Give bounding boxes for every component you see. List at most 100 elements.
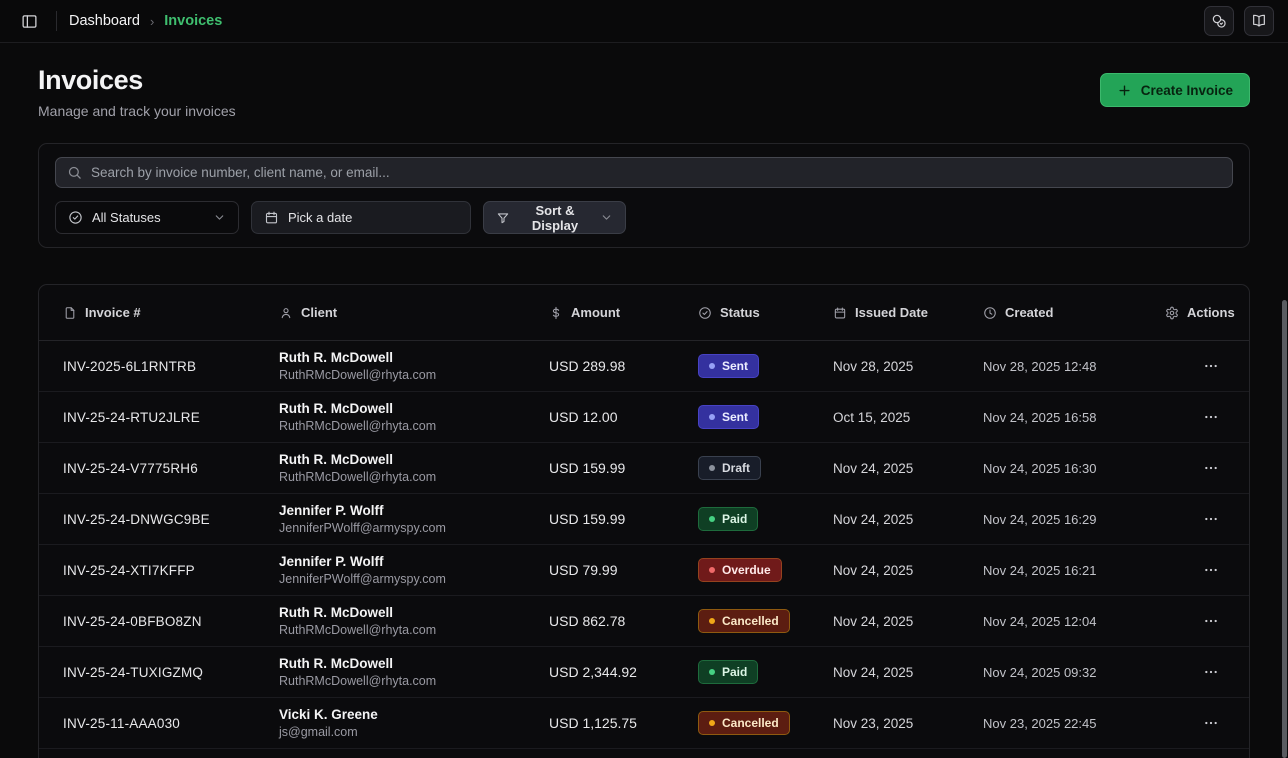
actions-cell [1165, 660, 1225, 684]
table-row[interactable]: INV-2025-6L1RNTRB Ruth R. McDowell RuthR… [39, 341, 1249, 392]
breadcrumb-dashboard-link[interactable]: Dashboard [69, 13, 140, 29]
check-circle-icon [68, 210, 83, 225]
invoice-number: INV-25-24-XTI7KFFP [63, 563, 279, 578]
breadcrumb-separator-glyph: › [150, 14, 154, 29]
status-label: Overdue [722, 563, 771, 577]
filter-funnel-icon [496, 211, 510, 225]
currency-toggle-button[interactable] [1204, 6, 1234, 36]
issued-date: Nov 24, 2025 [833, 563, 983, 578]
table-row[interactable]: INV-25-24-DNWGC9BE Jennifer P. Wolff Jen… [39, 494, 1249, 545]
actions-cell [1165, 609, 1225, 633]
row-actions-button[interactable] [1197, 558, 1225, 582]
invoice-number: INV-25-24-DNWGC9BE [63, 512, 279, 527]
status-dot-icon [709, 414, 715, 420]
table-row[interactable]: INV-25-24-V7775RH6 Ruth R. McDowell Ruth… [39, 443, 1249, 494]
create-invoice-label: Create Invoice [1141, 83, 1233, 98]
status-dot-icon [709, 516, 715, 522]
client-name: Jennifer P. Wolff [279, 554, 549, 569]
more-horizontal-icon [1203, 664, 1219, 680]
created-date: Nov 24, 2025 09:32 [983, 665, 1165, 680]
status-badge: Cancelled [698, 609, 790, 633]
column-header-issued: Issued Date [833, 305, 983, 320]
status-label: Sent [722, 410, 748, 424]
chevron-down-icon [600, 211, 613, 224]
issued-date: Nov 24, 2025 [833, 512, 983, 527]
table-row-partial[interactable]: Ruth R. McDowell [39, 749, 1249, 758]
breadcrumb-invoices-link[interactable]: Invoices [164, 13, 222, 29]
more-horizontal-icon [1203, 715, 1219, 731]
more-horizontal-icon [1203, 562, 1219, 578]
client-cell: Ruth R. McDowell RuthRMcDowell@rhyta.com [279, 452, 549, 484]
status-badge: Cancelled [698, 711, 790, 735]
invoice-amount: USD 289.98 [549, 358, 698, 374]
created-date: Nov 24, 2025 16:58 [983, 410, 1165, 425]
row-actions-button[interactable] [1197, 609, 1225, 633]
calendar-icon [264, 210, 279, 225]
plus-icon [1117, 83, 1132, 98]
actions-cell [1165, 456, 1225, 480]
client-email: JenniferPWolff@armyspy.com [279, 521, 549, 535]
table-row[interactable]: INV-25-24-TUXIGZMQ Ruth R. McDowell Ruth… [39, 647, 1249, 698]
client-email: js@gmail.com [279, 725, 549, 739]
status-label: Paid [722, 665, 747, 679]
docs-button[interactable] [1244, 6, 1274, 36]
page-title: Invoices [38, 65, 236, 96]
client-name: Jennifer P. Wolff [279, 503, 549, 518]
client-email: RuthRMcDowell@rhyta.com [279, 623, 549, 637]
row-actions-button[interactable] [1197, 507, 1225, 531]
row-actions-button[interactable] [1197, 660, 1225, 684]
client-email: RuthRMcDowell@rhyta.com [279, 368, 549, 382]
status-cell: Paid [698, 507, 833, 531]
scrollbar[interactable] [1282, 300, 1287, 758]
create-invoice-button[interactable]: Create Invoice [1100, 73, 1250, 107]
app-root: Dashboard › Invoices Invoices Manage and… [0, 0, 1288, 758]
table-row[interactable]: INV-25-11-AAA030 Vicki K. Greene js@gmai… [39, 698, 1249, 749]
created-date: Nov 28, 2025 12:48 [983, 359, 1165, 374]
row-actions-button[interactable] [1197, 354, 1225, 378]
invoice-number: INV-2025-6L1RNTRB [63, 359, 279, 374]
column-header-amount: Amount [549, 305, 698, 320]
row-actions-button[interactable] [1197, 711, 1225, 735]
client-email: RuthRMcDowell@rhyta.com [279, 419, 549, 433]
client-name: Ruth R. McDowell [279, 401, 549, 416]
search-box [55, 157, 1233, 188]
search-input[interactable] [91, 165, 1221, 180]
row-actions-button[interactable] [1197, 456, 1225, 480]
status-dot-icon [709, 363, 715, 369]
table-row[interactable]: INV-25-24-0BFBO8ZN Ruth R. McDowell Ruth… [39, 596, 1249, 647]
table-header: Invoice # Client Amount [39, 285, 1249, 341]
row-actions-button[interactable] [1197, 405, 1225, 429]
created-date: Nov 24, 2025 16:29 [983, 512, 1165, 527]
client-email: RuthRMcDowell@rhyta.com [279, 470, 549, 484]
status-cell: Cancelled [698, 711, 833, 735]
page-subtitle: Manage and track your invoices [38, 103, 236, 119]
status-filter-value: All Statuses [92, 210, 161, 225]
actions-cell [1165, 558, 1225, 582]
more-horizontal-icon [1203, 358, 1219, 374]
sort-display-button[interactable]: Sort & Display [483, 201, 626, 234]
invoice-amount: USD 159.99 [549, 460, 698, 476]
chevron-down-icon [213, 211, 226, 224]
sidebar-toggle-button[interactable] [14, 6, 44, 36]
column-header-client: Client [279, 305, 549, 320]
client-name: Ruth R. McDowell [279, 452, 549, 467]
clock-icon [983, 306, 997, 320]
client-cell: Jennifer P. Wolff JenniferPWolff@armyspy… [279, 554, 549, 586]
issued-date: Oct 15, 2025 [833, 410, 983, 425]
issued-date: Nov 24, 2025 [833, 665, 983, 680]
table-row[interactable]: INV-25-24-XTI7KFFP Jennifer P. Wolff Jen… [39, 545, 1249, 596]
issued-date: Nov 23, 2025 [833, 716, 983, 731]
date-filter-button[interactable]: Pick a date [251, 201, 471, 234]
gear-icon [1165, 306, 1179, 320]
table-row[interactable]: INV-25-24-RTU2JLRE Ruth R. McDowell Ruth… [39, 392, 1249, 443]
table-body: INV-2025-6L1RNTRB Ruth R. McDowell RuthR… [39, 341, 1249, 749]
status-filter-select[interactable]: All Statuses [55, 201, 239, 234]
actions-cell [1165, 711, 1225, 735]
more-horizontal-icon [1203, 409, 1219, 425]
column-header-created: Created [983, 305, 1165, 320]
actions-cell [1165, 354, 1225, 378]
panel-left-icon [21, 13, 38, 30]
status-badge: Paid [698, 507, 758, 531]
client-cell: Ruth R. McDowell RuthRMcDowell@rhyta.com [279, 605, 549, 637]
more-horizontal-icon [1203, 613, 1219, 629]
